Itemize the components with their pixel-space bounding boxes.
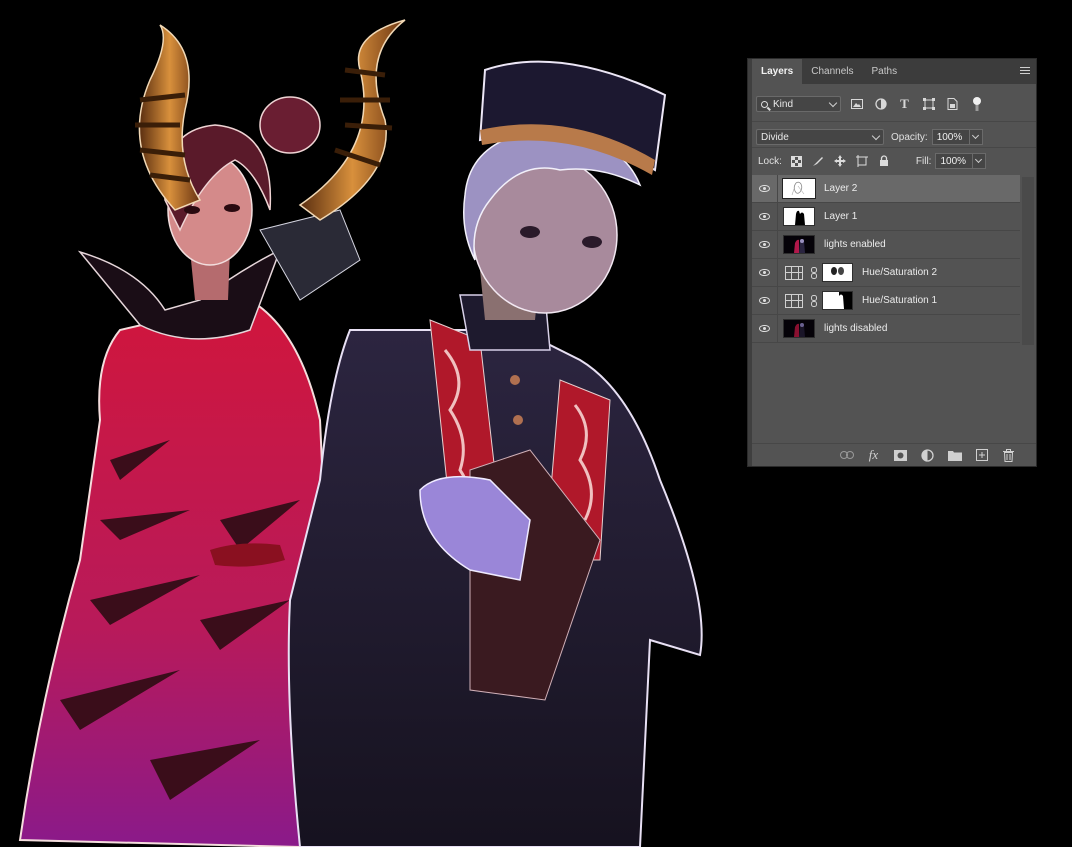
fill-field[interactable]: 100%	[935, 153, 974, 169]
adjustment-filter-icon[interactable]	[873, 97, 888, 112]
lock-row: Lock: Fill: 100%	[752, 147, 1036, 174]
canvas-artwork	[18, 19, 703, 847]
lock-transparent-icon[interactable]	[790, 155, 803, 168]
eye-icon	[759, 269, 770, 276]
shape-filter-icon[interactable]	[921, 97, 936, 112]
type-filter-icon[interactable]: T	[897, 96, 912, 112]
layer-row-layer-2[interactable]: Layer 2	[752, 175, 1020, 203]
layer-thumbnail[interactable]	[782, 178, 816, 199]
lock-artboard-icon[interactable]	[856, 155, 869, 168]
layer-thumbnail[interactable]	[783, 319, 815, 338]
layer-name[interactable]: Hue/Saturation 2	[862, 267, 937, 278]
layer-row-lights-enabled[interactable]: lights enabled	[752, 231, 1020, 259]
tab-paths[interactable]: Paths	[863, 59, 907, 84]
fx-icon[interactable]: fx	[866, 447, 881, 463]
layer-name[interactable]: Layer 2	[824, 183, 857, 194]
lock-pixels-icon[interactable]	[812, 155, 825, 168]
image-filter-icon[interactable]	[849, 97, 864, 112]
panel-tabbar: Layers Channels Paths	[752, 59, 1036, 84]
layer-list: Layer 2 Layer 1 lights enabled Hue/Satur…	[752, 175, 1020, 343]
trash-icon[interactable]	[1001, 448, 1016, 463]
fill-label: Fill:	[915, 155, 932, 167]
kind-filter-select[interactable]: Kind	[756, 96, 841, 112]
layers-scrollbar[interactable]	[1022, 177, 1034, 345]
tab-channels[interactable]: Channels	[802, 59, 862, 84]
search-icon	[761, 100, 768, 108]
layer-filter-row: Kind T	[752, 92, 1036, 116]
layer-row-lights-disabled[interactable]: lights disabled	[752, 315, 1020, 343]
chevron-down-icon	[828, 98, 838, 108]
layer-row-layer-1[interactable]: Layer 1	[752, 203, 1020, 231]
link-chain-icon[interactable]	[810, 266, 818, 280]
opacity-field[interactable]: 100%	[931, 129, 970, 145]
blend-row: Divide Opacity: 100%	[752, 121, 1036, 148]
chevron-down-icon	[871, 131, 881, 141]
eye-icon	[759, 185, 770, 192]
layer-name[interactable]: Layer 1	[824, 211, 857, 222]
adjustment-layer-icon[interactable]	[785, 293, 803, 308]
visibility-toggle[interactable]	[752, 315, 778, 342]
blend-mode-select[interactable]: Divide	[756, 129, 884, 145]
visibility-toggle[interactable]	[752, 203, 778, 230]
eye-icon	[759, 241, 770, 248]
add-mask-icon[interactable]	[893, 448, 908, 463]
layer-row-hue-saturation-1[interactable]: Hue/Saturation 1	[752, 287, 1020, 315]
layer-name[interactable]: Hue/Saturation 1	[862, 295, 937, 306]
eye-icon	[759, 297, 770, 304]
lock-all-icon[interactable]	[878, 155, 891, 168]
fill-slider-toggle[interactable]	[973, 153, 987, 169]
layer-mask-thumbnail[interactable]	[822, 263, 853, 282]
lock-label: Lock:	[758, 155, 782, 167]
visibility-toggle[interactable]	[752, 175, 778, 202]
visibility-toggle[interactable]	[752, 231, 778, 258]
filter-toggle-icon[interactable]	[969, 97, 984, 112]
layer-mask-thumbnail[interactable]	[822, 291, 853, 310]
adjustment-layer-icon[interactable]	[785, 265, 803, 280]
link-layers-icon[interactable]	[839, 448, 854, 463]
layer-name[interactable]: lights enabled	[824, 239, 886, 250]
new-layer-icon[interactable]	[974, 448, 989, 463]
visibility-toggle[interactable]	[752, 259, 778, 286]
smart-object-filter-icon[interactable]	[945, 97, 960, 112]
layers-footer: fx	[752, 443, 1036, 466]
tab-layers[interactable]: Layers	[752, 59, 803, 84]
link-chain-icon[interactable]	[810, 294, 818, 308]
layer-thumbnail[interactable]	[783, 207, 815, 226]
eye-icon	[759, 213, 770, 220]
kind-label: Kind	[773, 98, 794, 110]
visibility-toggle[interactable]	[752, 287, 778, 314]
opacity-slider-toggle[interactable]	[969, 129, 983, 145]
layers-panel: Layers Channels Paths Kind T Divide Opac…	[747, 58, 1037, 467]
lock-position-icon[interactable]	[834, 155, 847, 168]
layer-name[interactable]: lights disabled	[824, 323, 887, 334]
hamburger-menu-icon[interactable]	[1020, 67, 1030, 76]
new-group-icon[interactable]	[947, 448, 962, 463]
new-adjustment-icon[interactable]	[920, 448, 935, 463]
layer-thumbnail[interactable]	[783, 235, 815, 254]
layer-row-hue-saturation-2[interactable]: Hue/Saturation 2	[752, 259, 1020, 287]
eye-icon	[759, 325, 770, 332]
opacity-label: Opacity:	[891, 131, 928, 143]
blend-mode-value: Divide	[761, 131, 789, 143]
